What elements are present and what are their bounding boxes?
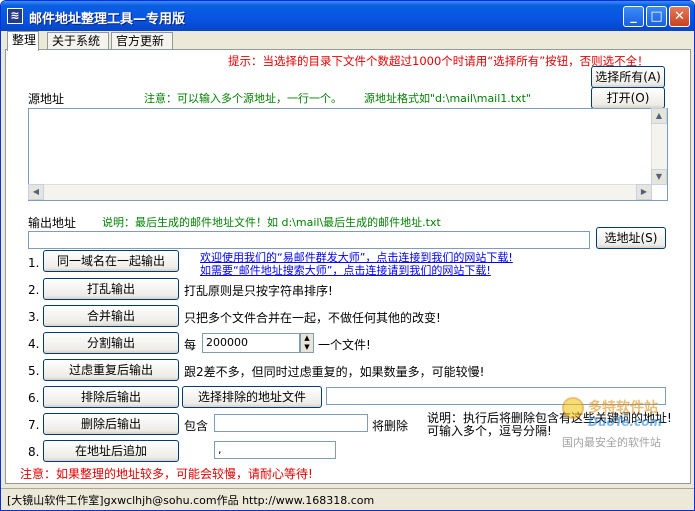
merge-description: 只把多个文件合并在一起，不做任何其他的改变! — [184, 311, 441, 325]
top-hint: 提示：当选择的目录下文件个数超过1000个时请用“选择所有”按钮，否则选不全！ — [228, 54, 649, 68]
delete-output-button[interactable]: 删除后输出 — [43, 413, 179, 435]
scroll-down-icon[interactable]: ▼ — [651, 169, 667, 185]
output-label: 输出地址 — [28, 216, 77, 230]
main-window: ≋ 邮件地址整理工具—专用版 _ □ ✕ 整理 关于系统 官方更新 提示：当选择… — [0, 0, 695, 511]
contains-label: 包含 — [184, 419, 209, 433]
title-bar[interactable]: ≋ 邮件地址整理工具—专用版 _ □ ✕ — [1, 1, 694, 31]
row-number-8: 8. — [28, 445, 40, 459]
tab-updates[interactable]: 官方更新 — [111, 32, 173, 50]
row-number-6: 6. — [28, 391, 40, 405]
close-button[interactable]: ✕ — [669, 6, 690, 27]
source-format-note: 源地址格式如"d:\mail\mail1.txt" — [364, 92, 531, 105]
select-all-button[interactable]: 选择所有(A) — [591, 66, 665, 88]
slow-warning: 注意：如果整理的地址较多，可能会较慢，请耐心等待! — [20, 467, 313, 481]
watermark-logo-icon — [562, 397, 584, 419]
will-delete-label: 将删除 — [372, 419, 409, 433]
maximize-button[interactable]: □ — [646, 6, 667, 27]
watermark-url: DuoTe.com — [588, 415, 662, 429]
append-text-field[interactable]: , — [214, 441, 336, 459]
shuffle-description: 打乱原则是只按字符串排序! — [184, 284, 333, 298]
row-number-1: 1. — [28, 256, 40, 270]
row-number-4: 4. — [28, 337, 40, 351]
select-address-button[interactable]: 选地址(S) — [596, 227, 666, 249]
source-vscrollbar[interactable]: ▲ ▼ — [651, 108, 667, 185]
dedupe-description: 跟2差不多，但同时过虑重复的，如果数量多，可能较慢! — [184, 365, 485, 379]
source-textarea[interactable]: ▲ ▼ ◀ ▶ — [28, 108, 668, 201]
source-hscrollbar[interactable]: ◀ ▶ — [28, 184, 652, 200]
watermark-tagline: 国内最安全的软件站 — [562, 436, 661, 449]
split-output-button[interactable]: 分割输出 — [43, 332, 179, 354]
output-path-field[interactable] — [28, 231, 590, 249]
scroll-left-icon[interactable]: ◀ — [28, 184, 44, 200]
status-bar: [大镜山软件工作室]gxwclhjh@sohu.com作品 http://www… — [1, 488, 694, 510]
duote-watermark: 多特软件站 DuoTe.com 国内最安全的软件站 — [562, 397, 682, 453]
split-every-label: 每 — [184, 338, 197, 352]
scroll-right-icon[interactable]: ▶ — [636, 184, 652, 200]
row-number-2: 2. — [28, 283, 40, 297]
append-output-button[interactable]: 在地址后追加 — [43, 440, 179, 462]
row-number-3: 3. — [28, 310, 40, 324]
tab-organize[interactable]: 整理 — [7, 31, 39, 51]
window-title: 邮件地址整理工具—专用版 — [29, 12, 186, 27]
scroll-up-icon[interactable]: ▲ — [651, 108, 667, 124]
choose-exclude-file-button[interactable]: 选择排除的地址文件 — [182, 386, 322, 408]
shuffle-output-button[interactable]: 打乱输出 — [43, 278, 179, 300]
organize-panel: 提示：当选择的目录下文件个数超过1000个时请用“选择所有”按钮，否则选不全！ … — [5, 49, 691, 484]
same-domain-output-button[interactable]: 同一域名在一起输出 — [43, 250, 179, 272]
split-suffix-label: 一个文件! — [318, 338, 371, 352]
open-button[interactable]: 打开(O) — [591, 87, 665, 109]
output-note: 说明：最后生成的邮件地址文件！如 d:\mail\最后生成的邮件地址.txt — [102, 216, 441, 229]
row-number-5: 5. — [28, 364, 40, 378]
delete-keywords-field[interactable] — [214, 414, 368, 432]
searcher-download-link[interactable]: 如需要“邮件地址搜索大师”，点击连接请到我们的网站下载! — [200, 262, 491, 278]
minimize-button[interactable]: _ — [623, 6, 644, 27]
exclude-output-button[interactable]: 排除后输出 — [43, 386, 179, 408]
tab-about[interactable]: 关于系统 — [47, 32, 109, 50]
split-count-spinner[interactable]: 200000 — [202, 333, 300, 353]
row-number-7: 7. — [28, 418, 40, 432]
source-note: 注意：可以输入多个源地址，一行一个。 — [144, 92, 342, 105]
watermark-brand: 多特软件站 — [588, 400, 658, 416]
app-icon: ≋ — [7, 8, 23, 24]
dedupe-output-button[interactable]: 过虑重复后输出 — [43, 359, 179, 381]
merge-output-button[interactable]: 合并输出 — [43, 305, 179, 327]
spinner-arrows-icon[interactable]: ▲ ▼ — [300, 333, 314, 353]
source-label: 源地址 — [28, 92, 65, 106]
